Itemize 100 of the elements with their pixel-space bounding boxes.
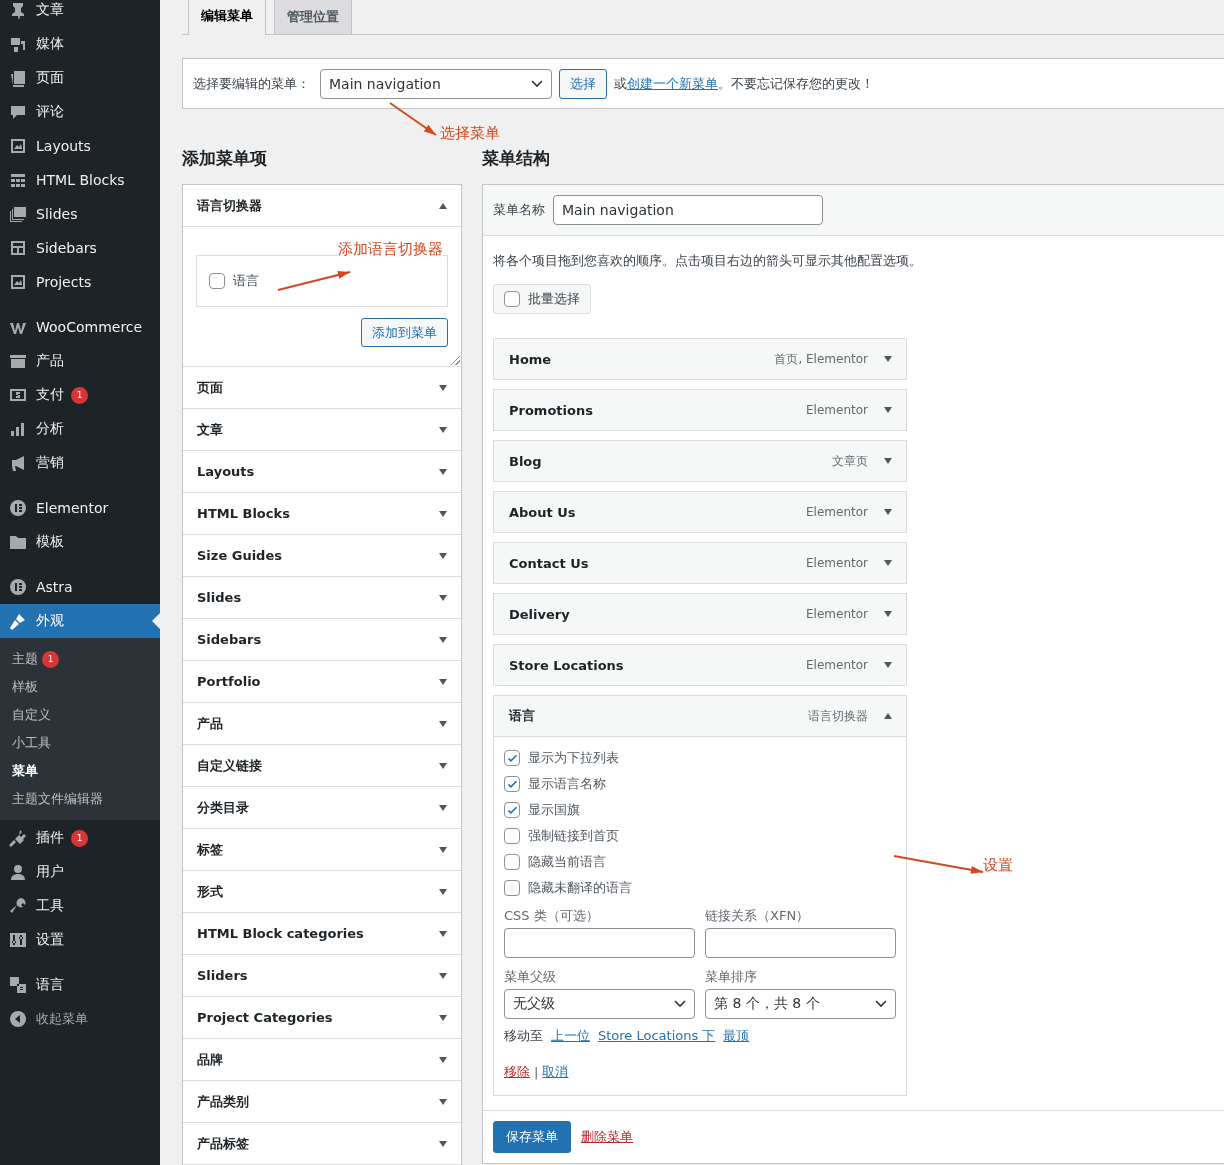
menu-item-bar[interactable]: Home 首页, Elementor: [493, 338, 907, 380]
accordion-header[interactable]: Slides: [183, 577, 461, 619]
menu-item-bar[interactable]: Promotions Elementor: [493, 389, 907, 431]
expand-toggle[interactable]: [439, 720, 447, 727]
accordion-header[interactable]: 页面: [183, 367, 461, 409]
css-class-field[interactable]: [504, 928, 695, 958]
accordion-header[interactable]: HTML Block categories: [183, 913, 461, 955]
dropdown-field[interactable]: 第 8 个，共 8 个: [705, 989, 896, 1019]
sidebar-item[interactable]: Slides: [0, 197, 160, 231]
menu-item-bar[interactable]: Store Locations Elementor: [493, 644, 907, 686]
checkbox[interactable]: [504, 776, 520, 792]
checkbox[interactable]: [504, 291, 520, 307]
menu-item-bar[interactable]: Delivery Elementor: [493, 593, 907, 635]
expand-toggle[interactable]: [439, 552, 447, 559]
expand-toggle[interactable]: [439, 468, 447, 475]
accordion-header[interactable]: 产品类别: [183, 1081, 461, 1123]
accordion-header[interactable]: 文章: [183, 409, 461, 451]
sidebar-item[interactable]: 文章: [0, 0, 160, 27]
sidebar-item[interactable]: Layouts: [0, 129, 160, 163]
expand-toggle[interactable]: [439, 678, 447, 685]
cancel-link[interactable]: 取消: [542, 1063, 569, 1081]
sidebar-item[interactable]: 评论: [0, 95, 160, 129]
accordion-header[interactable]: 产品标签: [183, 1123, 461, 1165]
checkbox[interactable]: [504, 750, 520, 766]
menu-item-bar[interactable]: Contact Us Elementor: [493, 542, 907, 584]
menu-name-field[interactable]: Main navigation: [553, 195, 823, 225]
accordion-header[interactable]: Sliders: [183, 955, 461, 997]
sidebar-item[interactable]: 语言: [0, 968, 160, 1002]
expand-toggle[interactable]: [439, 1014, 447, 1021]
sidebar-item[interactable]: HTML Blocks: [0, 163, 160, 197]
sidebar-item[interactable]: 支付 1: [0, 378, 160, 412]
sidebar-item[interactable]: 媒体: [0, 27, 160, 61]
checkbox[interactable]: [504, 802, 520, 818]
expand-toggle[interactable]: [884, 611, 892, 617]
expand-toggle[interactable]: [439, 384, 447, 391]
sidebar-item[interactable]: WooCommerce: [0, 310, 160, 344]
expand-toggle[interactable]: [439, 930, 447, 937]
sidebar-item[interactable]: 工具: [0, 889, 160, 923]
sidebar-item[interactable]: 插件 1: [0, 821, 160, 855]
expand-toggle[interactable]: [439, 1140, 447, 1147]
sidebar-item[interactable]: Sidebars: [0, 231, 160, 265]
accordion-header[interactable]: Portfolio: [183, 661, 461, 703]
expand-toggle[interactable]: [884, 356, 892, 362]
submenu-item[interactable]: 自定义: [0, 701, 160, 729]
checkbox[interactable]: [504, 880, 520, 896]
bulk-select-button[interactable]: 批量选择: [493, 284, 591, 314]
expand-toggle[interactable]: [884, 509, 892, 515]
expand-toggle[interactable]: [439, 426, 447, 433]
select-button[interactable]: 选择: [559, 68, 607, 99]
expand-toggle[interactable]: [439, 1098, 447, 1105]
sidebar-item[interactable]: 页面: [0, 61, 160, 95]
sidebar-item[interactable]: 外观: [0, 604, 160, 638]
menu-item-bar[interactable]: 语言 语言切换器: [493, 695, 907, 737]
sidebar-item[interactable]: 营销: [0, 446, 160, 480]
expand-toggle[interactable]: [439, 846, 447, 853]
collapse-toggle[interactable]: [439, 202, 447, 209]
expand-toggle[interactable]: [439, 972, 447, 979]
create-menu-link[interactable]: 创建一个新菜单: [627, 75, 718, 91]
checkbox[interactable]: [504, 854, 520, 870]
checkbox[interactable]: [209, 273, 225, 289]
sidebar-item[interactable]: 模板: [0, 525, 160, 559]
submenu-item[interactable]: 主题 1: [0, 645, 160, 673]
accordion-header[interactable]: Size Guides: [183, 535, 461, 577]
expand-toggle[interactable]: [439, 1056, 447, 1063]
expand-toggle[interactable]: [439, 510, 447, 517]
dropdown-field[interactable]: Main navigation: [320, 68, 552, 99]
save-menu-button[interactable]: 保存菜单: [493, 1121, 571, 1153]
submenu-item[interactable]: 主题文件编辑器: [0, 785, 160, 813]
accordion-header[interactable]: 语言切换器: [183, 185, 461, 227]
sidebar-item[interactable]: Projects: [0, 265, 160, 299]
sidebar-item[interactable]: 产品: [0, 344, 160, 378]
xfn-field[interactable]: [705, 928, 896, 958]
submenu-item[interactable]: 样板: [0, 673, 160, 701]
accordion-header[interactable]: Project Categories: [183, 997, 461, 1039]
collapse-toggle[interactable]: [884, 713, 892, 719]
expand-toggle[interactable]: [884, 458, 892, 464]
expand-toggle[interactable]: [884, 407, 892, 413]
submenu-item[interactable]: 小工具: [0, 729, 160, 757]
submenu-item[interactable]: 菜单: [0, 757, 160, 785]
accordion-header[interactable]: 自定义链接: [183, 745, 461, 787]
expand-toggle[interactable]: [439, 636, 447, 643]
menu-item-bar[interactable]: Blog 文章页: [493, 440, 907, 482]
accordion-header[interactable]: 形式: [183, 871, 461, 913]
accordion-header[interactable]: 产品: [183, 703, 461, 745]
accordion-header[interactable]: 标签: [183, 829, 461, 871]
sidebar-item[interactable]: 设置: [0, 923, 160, 957]
sidebar-item[interactable]: Astra: [0, 570, 160, 604]
move-link[interactable]: 上一位: [551, 1027, 590, 1045]
expand-toggle[interactable]: [439, 888, 447, 895]
expand-toggle[interactable]: [439, 762, 447, 769]
tab[interactable]: 管理位置: [274, 0, 352, 34]
sidebar-item[interactable]: 收起菜单: [0, 1002, 160, 1036]
sidebar-item[interactable]: 分析: [0, 412, 160, 446]
expand-toggle[interactable]: [884, 560, 892, 566]
dropdown-field[interactable]: 无父级: [504, 989, 695, 1019]
sidebar-item[interactable]: Elementor: [0, 491, 160, 525]
move-link[interactable]: 最顶: [723, 1027, 750, 1045]
tab[interactable]: 编辑菜单: [188, 0, 266, 35]
expand-toggle[interactable]: [884, 662, 892, 668]
sidebar-item[interactable]: 用户: [0, 855, 160, 889]
